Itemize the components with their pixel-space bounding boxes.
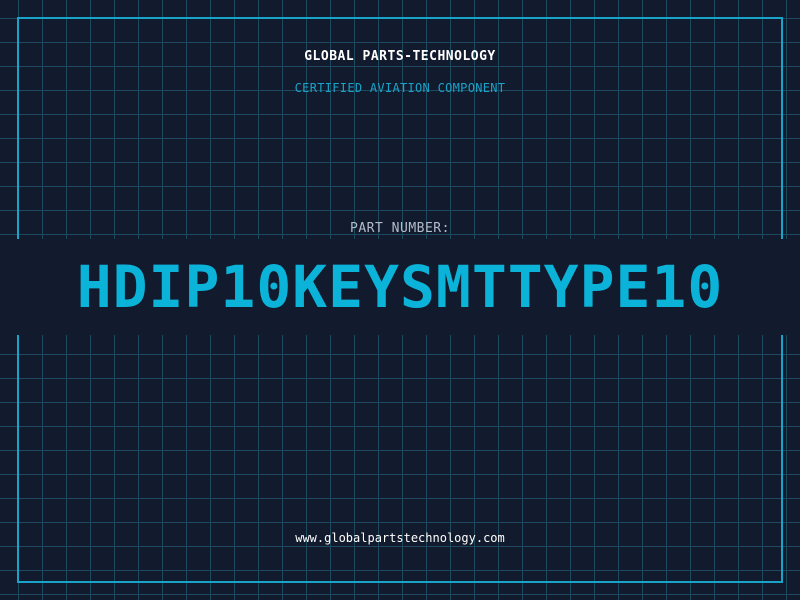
part-number-value: HDIP10KEYSMTTYPE10 xyxy=(76,253,724,321)
website-url[interactable]: www.globalpartstechnology.com xyxy=(0,531,800,545)
part-number-label: PART NUMBER: xyxy=(350,221,450,236)
company-name: GLOBAL PARTS-TECHNOLOGY xyxy=(304,49,496,64)
part-number-band: HDIP10KEYSMTTYPE10 xyxy=(0,239,800,335)
certification-subtitle: CERTIFIED AVIATION COMPONENT xyxy=(294,81,506,95)
